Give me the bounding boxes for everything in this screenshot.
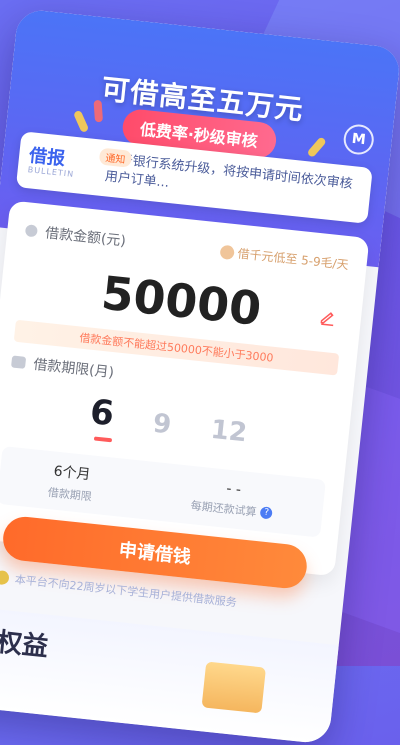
amount-label-row: 借款金额(元) xyxy=(24,220,127,250)
rate-hint: 借千元低至 5-9毛/天 xyxy=(219,243,350,273)
app-screen: 可借高至五万元 低费率·秒级审核 M 借报 BULLETIN 通知 由于银行系统… xyxy=(0,8,400,745)
rate-hint-text: 借千元低至 5-9毛/天 xyxy=(236,246,350,273)
period-option-12[interactable]: 12 xyxy=(209,415,248,449)
rate-badge-icon xyxy=(219,244,235,260)
info-badge-icon xyxy=(0,569,10,586)
notice-text: 由于银行系统升级，将按申请时间依次审核用户订单... xyxy=(104,151,354,193)
sparkle-icon xyxy=(306,136,327,159)
summary-term-value: 6个月 xyxy=(52,463,92,484)
summary-term-label: 借款期限 xyxy=(47,485,93,504)
summary-repayment: - - 每期还款试算 ? xyxy=(190,477,275,521)
edit-icon[interactable] xyxy=(318,307,338,327)
benefits-banner-title: 专权益 xyxy=(0,624,50,663)
help-icon[interactable]: ? xyxy=(259,506,274,520)
period-label: 借款期限(月) xyxy=(32,356,115,382)
summary-repayment-label-row: 每期还款试算 ? xyxy=(190,497,274,521)
period-label-row: 借款期限(月) xyxy=(10,351,115,382)
gift-box-icon xyxy=(201,661,267,714)
benefits-banner[interactable]: 专权益 xyxy=(0,604,339,745)
sparkle-icon xyxy=(72,109,90,134)
notice-badge: 借报 BULLETIN xyxy=(27,145,87,180)
period-option-9[interactable]: 9 xyxy=(152,409,173,441)
summary-repayment-label: 每期还款试算 xyxy=(190,498,258,519)
summary-term: 6个月 借款期限 xyxy=(47,460,95,504)
notice-tag: 通知 xyxy=(98,147,133,168)
selected-period-indicator xyxy=(93,436,113,443)
amount-label: 借款金额(元) xyxy=(44,225,127,250)
period-option-6[interactable]: 6 xyxy=(88,392,116,434)
period-options: 6 9 12 xyxy=(0,381,350,459)
calendar-icon xyxy=(10,355,27,369)
amount-icon xyxy=(24,224,38,238)
